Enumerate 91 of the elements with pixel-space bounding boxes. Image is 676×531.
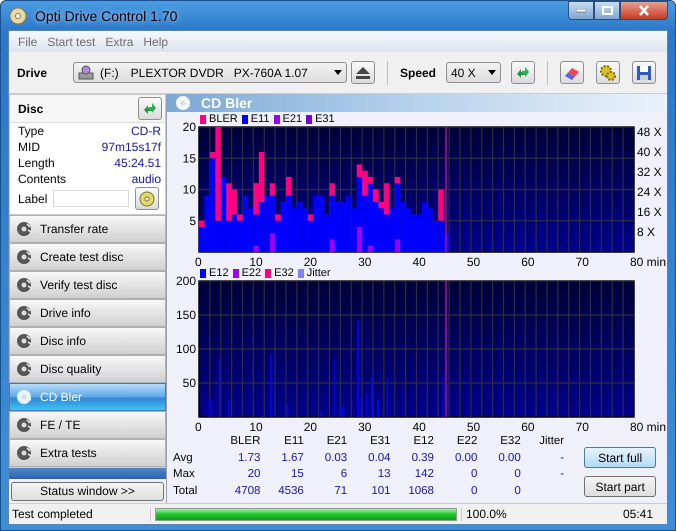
x-tick-label: 10: [249, 255, 263, 266]
y-tick-label: 200: [176, 275, 196, 288]
x-tick-label: 50: [466, 255, 480, 266]
y-tick-label: 20: [182, 121, 196, 134]
stat-value: -: [559, 468, 564, 480]
label-caption: Label: [18, 192, 48, 206]
field-label: Contents: [18, 172, 66, 186]
row-label: Avg: [173, 452, 194, 464]
legend-label: E12: [209, 267, 229, 279]
stat-value: 0: [470, 484, 478, 497]
stat-value: 0.04: [367, 452, 391, 464]
x-tick-label: 40: [412, 255, 426, 266]
stat-value: 1.67: [280, 452, 304, 464]
stat-value: 0.00: [497, 452, 521, 464]
legend-label: Jitter: [306, 267, 331, 279]
row-label: Total: [173, 484, 198, 497]
field-label: Length: [18, 156, 55, 170]
x-tick-label: 0: [195, 255, 202, 266]
window-title: Opti Drive Control 1.70: [35, 8, 178, 24]
x-tick-label: 70: [576, 255, 589, 266]
x-tick-label: 40: [412, 420, 426, 431]
column-header: E31: [369, 435, 391, 448]
x-tick-label: 0: [195, 420, 202, 431]
stat-value: 4536: [277, 484, 304, 497]
x-tick-label: 80 min: [630, 420, 666, 431]
x-tick-label: 50: [466, 420, 480, 431]
stat-value: 0: [513, 468, 521, 480]
field-value: 45:24.51: [114, 156, 161, 170]
x-tick-label: 10: [249, 420, 263, 431]
y-tick-label: 150: [176, 308, 196, 322]
legend-label: E22: [242, 267, 262, 279]
y-tick-label: 15: [182, 151, 196, 166]
drive-label: Drive: [17, 66, 48, 80]
x-tick-label: 80 min: [630, 255, 666, 266]
stat-value: 4708: [234, 484, 260, 497]
x-tick-label: 60: [521, 255, 535, 266]
x-tick-label: 30: [358, 255, 372, 266]
field-label: Type: [18, 124, 44, 138]
stat-value: 6: [340, 468, 348, 480]
y-tick-label: 10: [182, 182, 196, 196]
speed-tick-label: 40 X: [637, 145, 662, 159]
stat-value: 13: [376, 468, 391, 480]
speed-tick-label: 48 X: [637, 125, 662, 139]
stat-value: 1.73: [237, 452, 260, 464]
stat-value: 71: [333, 484, 348, 497]
stat-value: 15: [290, 468, 304, 480]
stat-value: 0.00: [454, 452, 478, 464]
column-header: E11: [283, 435, 304, 448]
stat-value: 142: [414, 468, 434, 480]
x-tick-label: 20: [304, 420, 318, 431]
field-label: MID: [18, 140, 40, 154]
stat-value: 0: [470, 468, 478, 480]
field-value: CD-R: [131, 124, 161, 138]
column-header: E12: [412, 435, 434, 448]
x-tick-label: 20: [304, 255, 318, 266]
stat-value: 101: [370, 484, 391, 497]
stat-value: 20: [246, 468, 260, 480]
y-tick-label: 50: [182, 376, 196, 390]
legend-label: E32: [274, 267, 294, 279]
disc-title: Disc: [18, 102, 44, 116]
stat-value: -: [559, 452, 564, 464]
field-value: 97m15s17f: [102, 140, 161, 154]
column-header: E22: [456, 435, 478, 448]
y-tick-label: 5: [189, 214, 196, 228]
x-tick-label: 70: [576, 420, 589, 431]
stat-value: 0: [513, 484, 521, 497]
legend-label: E31: [315, 113, 335, 125]
legend-label: E21: [282, 113, 302, 125]
speed-tick-label: 32 X: [637, 165, 662, 179]
column-header: E32: [499, 435, 521, 448]
x-tick-label: 30: [358, 420, 372, 431]
panel-title: CD Bler: [201, 95, 252, 111]
legend-label: BLER: [209, 113, 238, 125]
field-value: audio: [132, 172, 161, 186]
status-message: Test completed: [9, 507, 151, 521]
elapsed-time: 05:41: [622, 507, 654, 521]
row-label: Max: [173, 468, 196, 480]
stat-value: 0.39: [410, 452, 434, 464]
x-tick-label: 60: [521, 420, 535, 431]
speed-tick-label: 24 X: [637, 185, 662, 199]
stat-value: 1068: [407, 484, 434, 497]
progress-percent: 100.0%: [461, 507, 526, 521]
legend-label: E11: [250, 113, 270, 125]
column-header: BLER: [229, 435, 260, 448]
speed-label: Speed: [400, 66, 438, 80]
column-header: Jitter: [538, 435, 564, 448]
column-header: E21: [326, 435, 348, 448]
stat-value: 0.03: [324, 452, 348, 464]
y-tick-label: 100: [176, 342, 196, 356]
speed-tick-label: 8 X: [637, 225, 656, 239]
speed-tick-label: 16 X: [637, 205, 662, 219]
